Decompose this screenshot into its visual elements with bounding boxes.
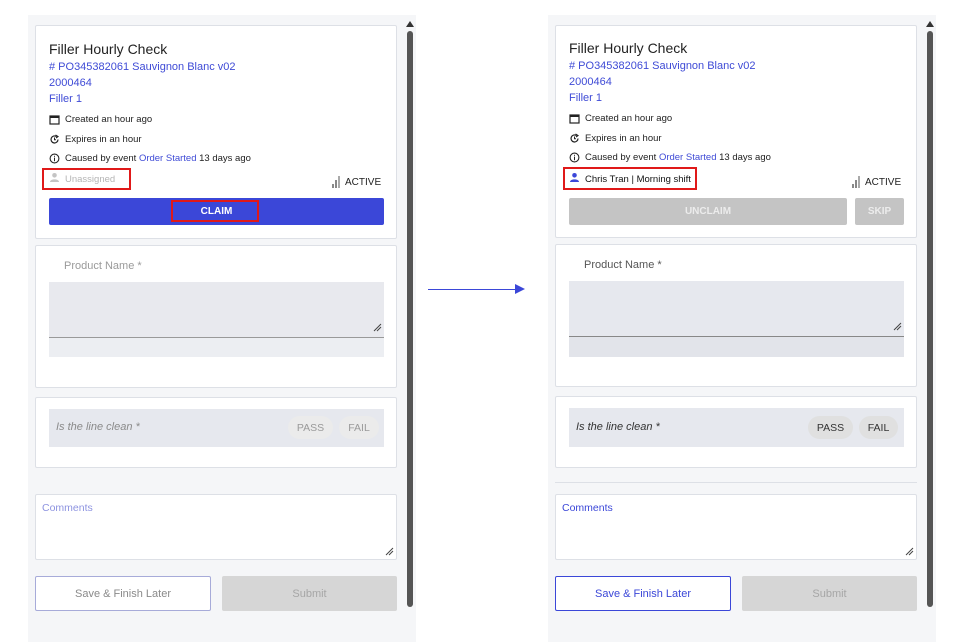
scroll-up-arrow[interactable] (926, 21, 934, 27)
signal-icon (332, 176, 340, 188)
comments-label: Comments (562, 502, 613, 514)
transition-arrow (428, 289, 516, 290)
save-label: Save & Finish Later (75, 587, 171, 600)
product-name-label: Product Name * (64, 260, 142, 272)
resize-handle-icon[interactable] (893, 322, 902, 333)
signal-icon (852, 176, 860, 188)
resize-handle-icon[interactable] (905, 547, 914, 558)
info-icon (569, 152, 580, 163)
claim-highlight (171, 200, 259, 222)
resize-handle-icon[interactable] (373, 323, 382, 334)
scrollbar-thumb[interactable] (407, 31, 413, 607)
product-name-label: Product Name * (584, 259, 662, 271)
event-link[interactable]: Order Started (139, 153, 197, 164)
submit-label: Submit (812, 587, 847, 600)
expires-row: Expires in an hour (49, 134, 142, 145)
info-icon (49, 153, 60, 164)
status-indicator: ACTIVE (332, 176, 381, 188)
expires-row: Expires in an hour (569, 133, 662, 144)
status-text: ACTIVE (865, 177, 902, 188)
batch-code: 2000464 (49, 77, 92, 89)
line-name: Filler 1 (569, 92, 603, 104)
task-title: Filler Hourly Check (569, 40, 688, 56)
scroll-up-arrow[interactable] (406, 21, 414, 27)
refresh-clock-icon (569, 133, 580, 144)
product-name-input[interactable] (569, 281, 904, 337)
fail-label: FAIL (348, 421, 370, 434)
pass-label: PASS (296, 421, 325, 434)
status-text: ACTIVE (345, 177, 382, 188)
unclaim-label: UNCLAIM (684, 206, 732, 217)
expires-text: Expires in an hour (585, 133, 662, 144)
created-text: Created an hour ago (65, 114, 153, 125)
fail-label: FAIL (867, 421, 890, 434)
submit-button[interactable]: Submit (222, 576, 397, 611)
created-row: Created an hour ago (49, 114, 152, 125)
line-clean-question: Is the line clean * (576, 421, 660, 433)
caused-text: Caused by event Order Started 13 days ag… (585, 152, 771, 163)
caused-row: Caused by event Order Started 13 days ag… (49, 153, 251, 164)
pass-button[interactable]: PASS (288, 416, 333, 439)
assignee-highlight (42, 168, 131, 190)
submit-label: Submit (292, 587, 327, 600)
task-title: Filler Hourly Check (49, 41, 168, 57)
product-name-helper (49, 338, 384, 357)
line-clean-question: Is the line clean * (56, 421, 140, 433)
arrow-right-icon (515, 284, 525, 294)
pass-button[interactable]: PASS (808, 416, 853, 439)
submit-button[interactable]: Submit (742, 576, 917, 611)
created-text: Created an hour ago (585, 113, 673, 124)
fail-button[interactable]: FAIL (859, 416, 898, 439)
status-indicator: ACTIVE (852, 176, 901, 188)
event-link[interactable]: Order Started (659, 152, 717, 163)
skip-label: SKIP (867, 206, 892, 217)
fail-button[interactable]: FAIL (339, 416, 379, 439)
skip-button[interactable]: SKIP (855, 198, 904, 225)
resize-handle-icon[interactable] (385, 547, 394, 558)
created-row: Created an hour ago (569, 113, 672, 124)
save-finish-later-button[interactable]: Save & Finish Later (555, 576, 731, 611)
caused-row: Caused by event Order Started 13 days ag… (569, 152, 771, 163)
product-name-input[interactable] (49, 282, 384, 338)
calendar-icon (49, 114, 60, 125)
scrollbar-thumb[interactable] (927, 31, 933, 607)
unclaim-button[interactable]: UNCLAIM (569, 198, 847, 225)
pass-label: PASS (816, 421, 845, 434)
order-link[interactable]: # PO345382061 Sauvignon Blanc v02 (49, 61, 236, 73)
save-finish-later-button[interactable]: Save & Finish Later (35, 576, 211, 611)
batch-code: 2000464 (569, 76, 612, 88)
refresh-clock-icon (49, 134, 60, 145)
save-label: Save & Finish Later (595, 587, 691, 600)
product-name-helper (569, 337, 904, 357)
comments-label: Comments (42, 502, 93, 514)
order-link[interactable]: # PO345382061 Sauvignon Blanc v02 (569, 60, 756, 72)
expires-text: Expires in an hour (65, 134, 142, 145)
divider (555, 482, 917, 483)
caused-text: Caused by event Order Started 13 days ag… (65, 153, 251, 164)
calendar-icon (569, 113, 580, 124)
assignee-highlight (563, 167, 697, 190)
line-name: Filler 1 (49, 93, 83, 105)
